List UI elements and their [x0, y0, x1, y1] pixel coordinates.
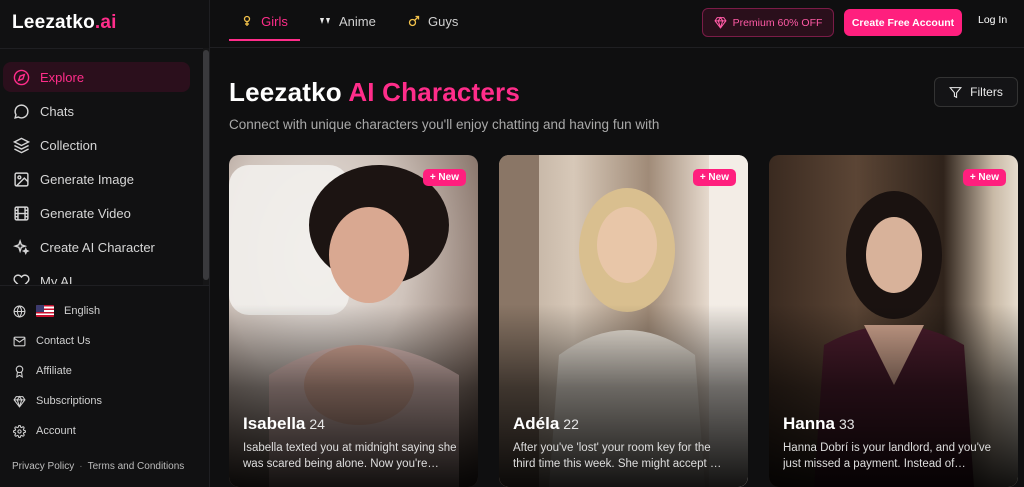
character-name: Hanna 33: [783, 414, 855, 434]
tab-anime[interactable]: Anime: [319, 0, 376, 42]
sidebar-secondary: English Contact Us Affiliate Subscriptio…: [0, 296, 210, 446]
active-tab-indicator: [229, 39, 300, 41]
logo[interactable]: Leezatko .ai: [12, 10, 117, 36]
film-icon: [12, 204, 30, 222]
sidebar-item-label: Generate Video: [40, 205, 131, 221]
footer-separator: ·: [79, 461, 83, 472]
sidebar-item-generate-image[interactable]: Generate Image: [3, 164, 190, 194]
divider: [0, 285, 210, 286]
female-icon: [241, 15, 253, 27]
chat-icon: [12, 102, 30, 120]
sidebar-item-create-ai-character[interactable]: Create AI Character: [3, 232, 190, 262]
page-subtitle: Connect with unique characters you'll en…: [229, 117, 660, 132]
heart-icon: [12, 272, 30, 284]
new-badge: + New: [422, 169, 466, 186]
filter-icon: [949, 86, 963, 98]
title-accent: AI Characters: [348, 77, 521, 107]
sidebar-item-label: Collection: [40, 137, 98, 153]
tab-guys[interactable]: Guys: [408, 0, 458, 42]
diamond-icon: [12, 394, 26, 408]
divider: [0, 48, 210, 49]
sidebar-item-chats[interactable]: Chats: [3, 96, 190, 126]
character-description: After you've 'lost' your room key for th…: [513, 442, 722, 470]
sidebar-item-generate-video[interactable]: Generate Video: [3, 198, 190, 228]
character-card[interactable]: + New Adéla 22 After you've 'lost' your r…: [499, 155, 748, 487]
male-icon: [408, 15, 420, 27]
sidebar-item-label: Explore: [40, 69, 85, 85]
affiliate-label: Affiliate: [36, 365, 72, 377]
affiliate-link[interactable]: Affiliate: [0, 356, 210, 386]
subscriptions-label: Subscriptions: [36, 395, 103, 407]
sidebar-item-explore[interactable]: Explore: [3, 62, 190, 92]
premium-button[interactable]: Premium 60% OFF: [702, 8, 834, 37]
sidebar-item-label: Create AI Character: [40, 239, 155, 255]
account-link[interactable]: Account: [0, 416, 210, 446]
main-content: Leezatko AI Characters Connect with uniq…: [210, 49, 1024, 487]
sidebar-item-label: Chats: [40, 103, 74, 119]
footer-links: Privacy Policy · Terms and Conditions: [12, 461, 184, 472]
gear-icon: [12, 424, 26, 438]
page-title: Leezatko AI Characters: [229, 77, 520, 108]
sidebar-scrollbar[interactable]: [203, 48, 209, 285]
tab-label: Guys: [428, 13, 459, 29]
character-description: Hanna Dobrí is your landlord, and you've…: [783, 442, 992, 470]
name-text: Isabella: [243, 414, 306, 433]
sidebar-nav: Explore Chats Collection Generate Image: [0, 62, 204, 284]
name-text: Adéla: [513, 414, 560, 433]
sidebar-item-label: My AI: [40, 273, 73, 285]
title-prefix: Leezatko: [229, 77, 349, 107]
new-badge: + New: [962, 169, 1006, 186]
filters-button[interactable]: Filters: [934, 77, 1018, 107]
card-gradient: [229, 155, 478, 487]
tab-label: Anime: [339, 13, 376, 29]
card-gradient: [769, 155, 1018, 487]
language-selector[interactable]: English: [0, 296, 210, 326]
contact-us-link[interactable]: Contact Us: [0, 326, 210, 356]
award-icon: [12, 364, 26, 378]
character-card[interactable]: + New Isabella 24 Isabella texted you at …: [229, 155, 478, 487]
sidebar-item-label: Generate Image: [40, 171, 134, 187]
language-label: English: [64, 305, 101, 317]
sidebar-item-collection[interactable]: Collection: [3, 130, 190, 160]
contact-us-label: Contact Us: [36, 335, 91, 347]
character-description: Isabella texted you at midnight saying s…: [243, 442, 457, 470]
new-badge: + New: [692, 169, 736, 186]
character-name: Adéla 22: [513, 414, 579, 434]
create-free-account-button[interactable]: Create Free Account: [844, 9, 962, 36]
account-label: Account: [36, 425, 76, 437]
login-button[interactable]: Log In: [978, 14, 1007, 26]
character-age: 24: [309, 416, 325, 432]
us-flag-icon: [36, 305, 54, 317]
subscriptions-link[interactable]: Subscriptions: [0, 386, 210, 416]
tab-label: Girls: [261, 13, 288, 29]
layers-icon: [12, 136, 30, 154]
terms-link[interactable]: Terms and Conditions: [88, 461, 185, 472]
anime-icon: [319, 15, 331, 27]
character-name: Isabella 24: [243, 414, 325, 434]
premium-label: Premium 60% OFF: [732, 16, 823, 29]
diamond-icon: [713, 16, 727, 29]
privacy-policy-link[interactable]: Privacy Policy: [12, 461, 74, 472]
character-age: 22: [563, 416, 579, 432]
sidebar: Leezatko .ai Explore Chats Collection Ge…: [0, 0, 210, 487]
tab-girls[interactable]: Girls: [229, 0, 300, 42]
app: Leezatko .ai Explore Chats Collection Ge…: [0, 0, 1024, 487]
mail-icon: [12, 334, 26, 348]
topbar: Girls Anime Guys Premium 60% OFF Create …: [210, 0, 1024, 48]
globe-icon: [12, 304, 26, 318]
filters-label: Filters: [970, 85, 1003, 99]
name-text: Hanna: [783, 414, 835, 433]
logo-accent: .ai: [94, 12, 117, 33]
compass-icon: [12, 68, 30, 86]
image-icon: [12, 170, 30, 188]
sparkles-icon: [12, 238, 30, 256]
sidebar-item-my-ai[interactable]: My AI: [3, 266, 190, 284]
scrollbar-thumb[interactable]: [203, 50, 209, 280]
character-card[interactable]: + New Hanna 33 Hanna Dobrí is your landlo…: [769, 155, 1018, 487]
card-gradient: [499, 155, 748, 487]
character-age: 33: [838, 416, 855, 432]
logo-text: Leezatko: [12, 12, 95, 33]
